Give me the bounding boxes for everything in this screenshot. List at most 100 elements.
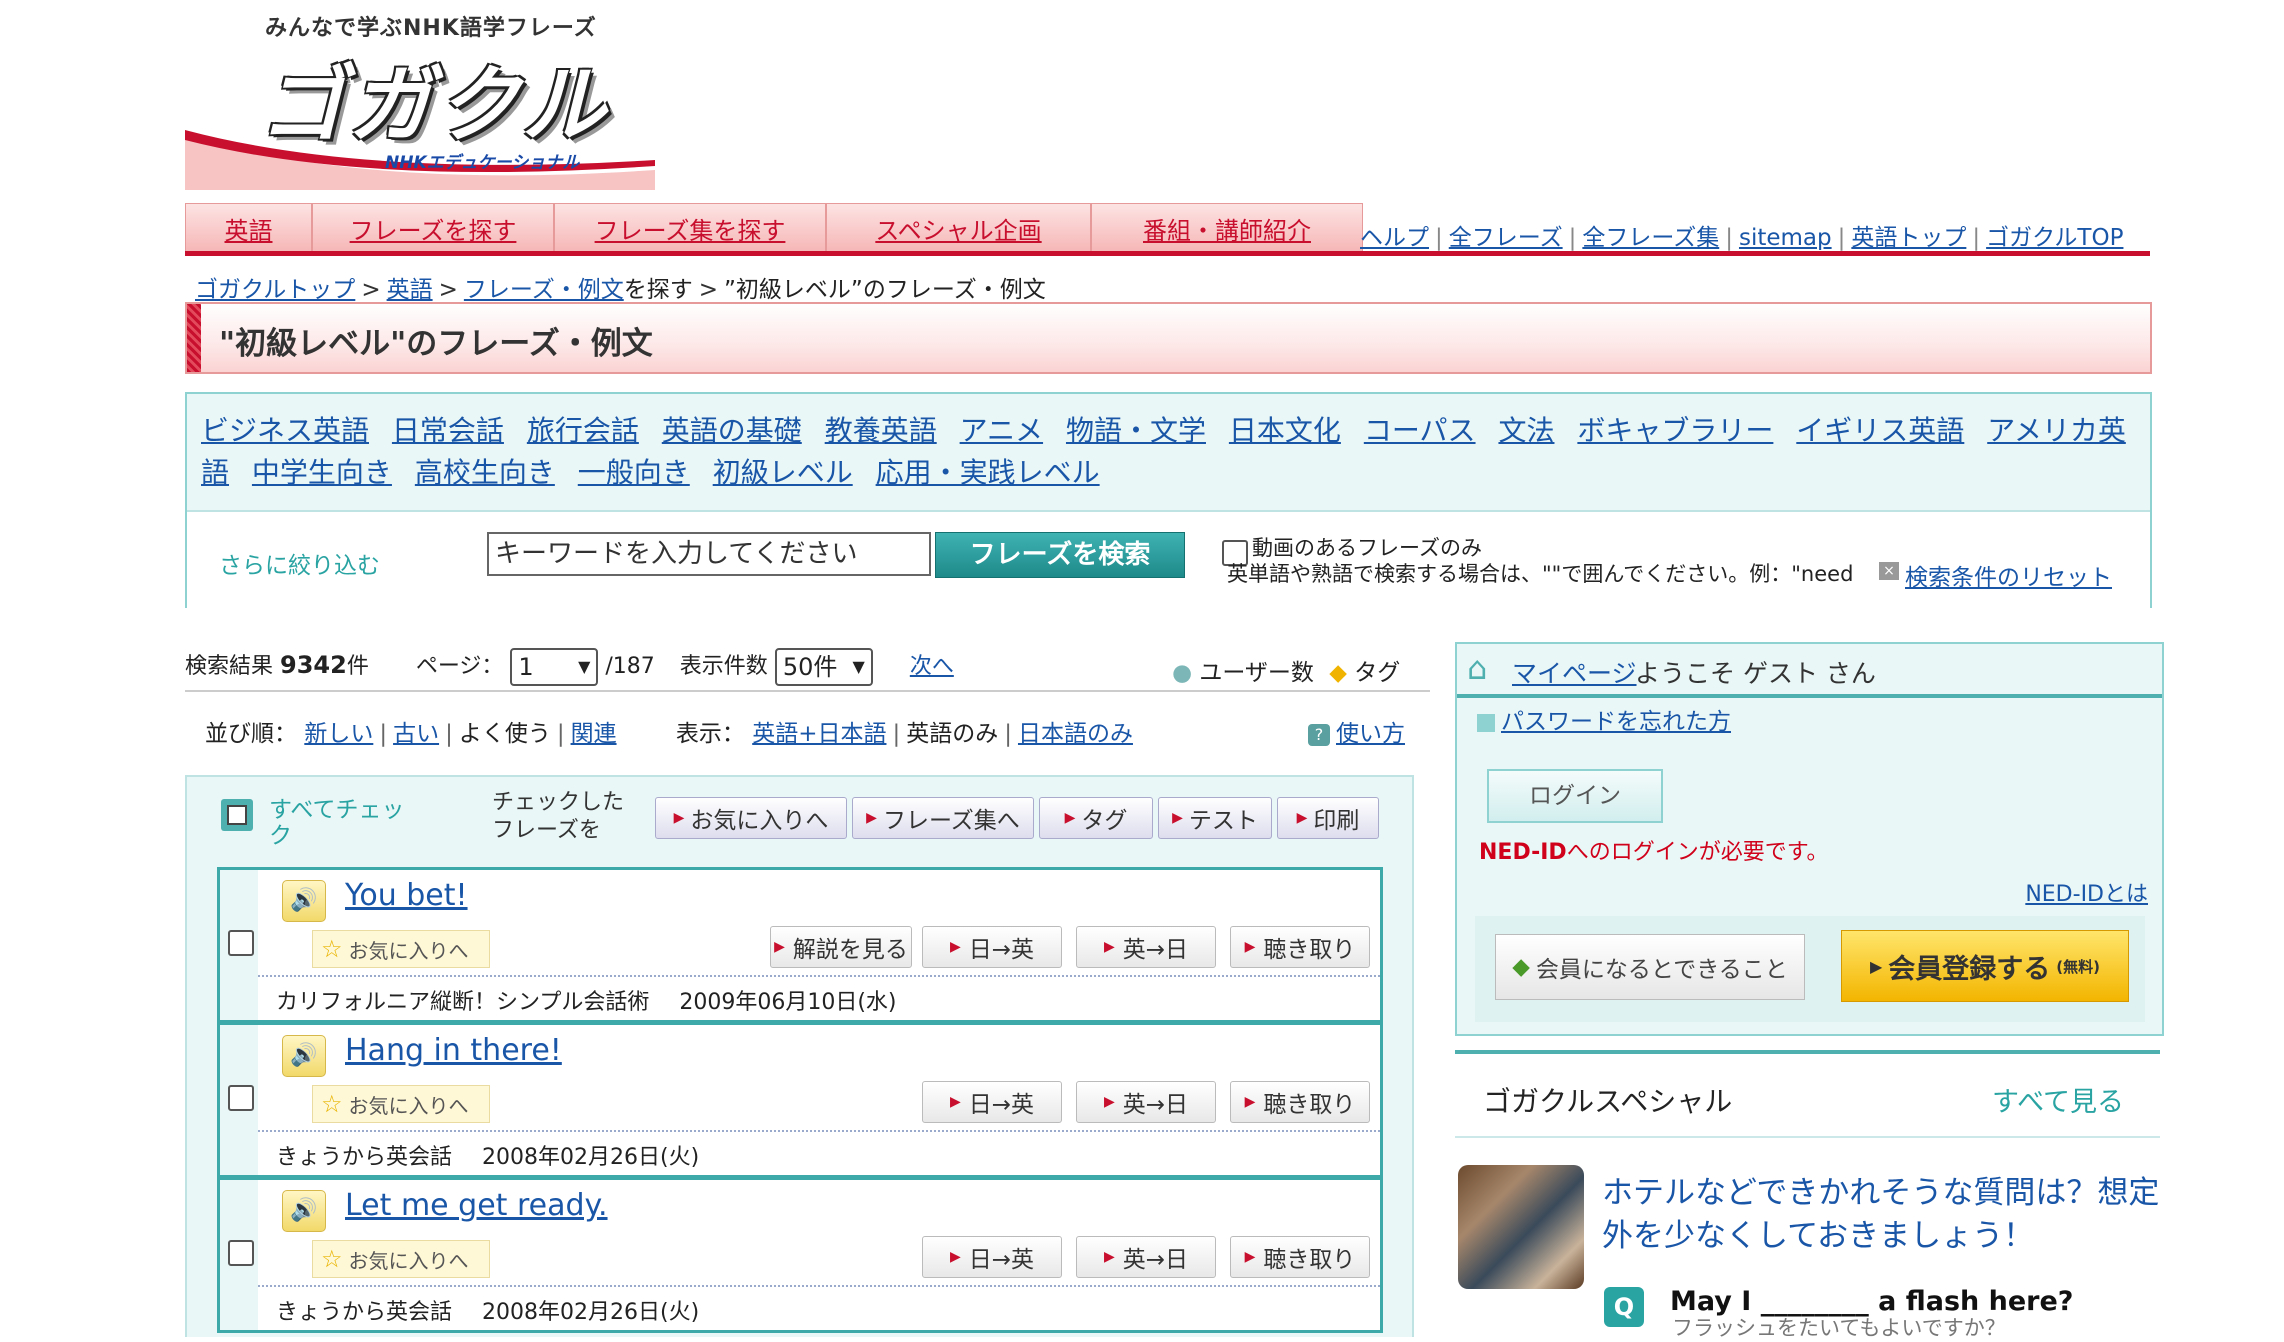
- checked-label: チェックした フレーズを: [492, 790, 625, 843]
- result-meta: カリフォルニア縦断！シンプル会話術 2009年06月10日(水): [276, 984, 897, 1016]
- category-link[interactable]: 旅行会話: [527, 414, 639, 447]
- tab-find-phrasebooks[interactable]: フレーズ集を探す: [554, 203, 826, 252]
- category-link[interactable]: 日常会話: [392, 414, 504, 447]
- bulk-print-button[interactable]: ▶ 印刷: [1277, 797, 1379, 839]
- row-checkbox[interactable]: [228, 1085, 254, 1111]
- phrase-search-button[interactable]: フレーズを検索: [935, 532, 1185, 578]
- bulk-favorite-button[interactable]: ▶ お気に入りへ: [655, 797, 847, 839]
- category-link[interactable]: ビジネス英語: [201, 414, 369, 447]
- refine-label: さらに絞り込む: [219, 553, 380, 579]
- keyword-input[interactable]: [487, 532, 931, 576]
- category-link[interactable]: 文法: [1498, 414, 1554, 447]
- util-all-phrasebooks[interactable]: 全フレーズ集: [1582, 225, 1719, 251]
- util-gogakuru-top[interactable]: ゴガクルTOP: [1986, 225, 2123, 251]
- help-icon: ?: [1308, 723, 1330, 746]
- category-link[interactable]: 一般向き: [578, 456, 690, 489]
- play-icon: ▶: [1172, 810, 1183, 826]
- sort-oldest[interactable]: 古い: [393, 721, 439, 747]
- category-link[interactable]: 英語の基礎: [662, 414, 802, 447]
- login-button[interactable]: ログイン: [1487, 769, 1663, 823]
- category-link[interactable]: 日本文化: [1229, 414, 1341, 447]
- util-help[interactable]: ヘルプ: [1360, 225, 1429, 251]
- search-note: 英単語や熟語で検索する場合は、""で囲んでください。例："need: [1227, 562, 1854, 586]
- sort-related[interactable]: 関連: [571, 721, 617, 747]
- check-all-label[interactable]: すべてチェック: [269, 797, 409, 849]
- favorite-button[interactable]: ☆ お気に入りへ: [312, 930, 490, 968]
- star-icon: ☆: [321, 935, 343, 963]
- phrase-link[interactable]: You bet!: [345, 878, 468, 913]
- listening-quiz-button[interactable]: ▶ 聴き取り: [1230, 926, 1370, 968]
- category-link[interactable]: 教養英語: [825, 414, 937, 447]
- tab-programs[interactable]: 番組・講師紹介: [1091, 203, 1363, 252]
- commentary-button[interactable]: ▶ 解説を見る: [770, 926, 912, 968]
- category-link[interactable]: アニメ: [960, 414, 1043, 447]
- register-button[interactable]: ▶ 会員登録する (無料): [1841, 930, 2129, 1002]
- howto-link[interactable]: 使い方: [1336, 721, 1405, 747]
- play-icon: ▶: [866, 810, 877, 826]
- category-link[interactable]: ボキャブラリー: [1577, 414, 1773, 447]
- row-checkbox[interactable]: [228, 930, 254, 956]
- util-all-phrases[interactable]: 全フレーズ: [1449, 225, 1563, 251]
- phrase-link[interactable]: Hang in there!: [345, 1033, 562, 1068]
- next-page-link[interactable]: 次へ: [910, 654, 954, 679]
- category-link[interactable]: コーパス: [1364, 414, 1476, 447]
- per-page-select[interactable]: 50件 ▼: [774, 648, 873, 686]
- listening-quiz-button[interactable]: ▶ 聴き取り: [1230, 1081, 1370, 1123]
- member-benefits-button[interactable]: ◆ 会員になるとできること: [1495, 934, 1805, 1000]
- bulk-test-button[interactable]: ▶ テスト: [1158, 797, 1272, 839]
- util-sitemap[interactable]: sitemap: [1739, 225, 1832, 251]
- user-tag-legend: ● ユーザー数 ◆ タグ: [1172, 653, 1400, 687]
- howto[interactable]: ? 使い方: [1308, 714, 1405, 748]
- en-ja-quiz-button[interactable]: ▶ 英→日: [1076, 926, 1216, 968]
- favorite-button[interactable]: ☆ お気に入りへ: [312, 1085, 490, 1123]
- display-en-ja[interactable]: 英語+日本語: [752, 721, 886, 747]
- category-link[interactable]: 物語・文学: [1066, 414, 1206, 447]
- forgot-password[interactable]: パスワードを忘れた方: [1477, 702, 1731, 736]
- tab-english[interactable]: 英語: [185, 203, 312, 252]
- special-question-link[interactable]: ホテルなどできかれそうな質問は？想定外を少なくしておきましょう！: [1602, 1172, 2162, 1258]
- tab-special[interactable]: スペシャル企画: [826, 203, 1091, 252]
- nedid-about-link[interactable]: NED-IDとは: [2025, 876, 2148, 908]
- speaker-icon[interactable]: 🔊: [282, 1035, 326, 1077]
- title-stripe: [187, 304, 201, 372]
- favorite-button[interactable]: ☆ お気に入りへ: [312, 1240, 490, 1278]
- close-icon: ×: [1879, 562, 1899, 580]
- broadcast-date: 2009年06月10日(水): [679, 990, 897, 1015]
- category-link[interactable]: 高校生向き: [415, 456, 555, 489]
- program-name: きょうから英会話: [276, 1145, 453, 1170]
- speaker-icon[interactable]: 🔊: [282, 880, 326, 922]
- row-checkbox[interactable]: [228, 1240, 254, 1266]
- category-link[interactable]: 初級レベル: [713, 456, 853, 489]
- ja-en-quiz-button[interactable]: ▶ 日→英: [922, 1236, 1062, 1278]
- util-english-top[interactable]: 英語トップ: [1851, 225, 1966, 251]
- category-link[interactable]: 中学生向き: [252, 456, 392, 489]
- site-logo[interactable]: みんなで学ぶNHK語学フレーズ ゴガクル NHKエデュケーショナル: [185, 0, 655, 195]
- en-ja-quiz-button[interactable]: ▶ 英→日: [1076, 1081, 1216, 1123]
- listening-quiz-button[interactable]: ▶ 聴き取り: [1230, 1236, 1370, 1278]
- welcome-text: ようこそ ゲスト さん: [1635, 659, 1876, 688]
- page-select[interactable]: 1 ▼: [510, 648, 599, 686]
- reset-search-link[interactable]: 検索条件のリセット: [1905, 558, 2112, 592]
- category-link[interactable]: 応用・実践レベル: [876, 456, 1100, 489]
- ja-en-quiz-button[interactable]: ▶ 日→英: [922, 1081, 1062, 1123]
- special-see-all-link[interactable]: すべて見る: [1992, 1080, 2124, 1119]
- breadcrumb-home[interactable]: ゴガクルトップ: [195, 277, 355, 303]
- en-ja-quiz-button[interactable]: ▶ 英→日: [1076, 1236, 1216, 1278]
- breadcrumb-phrases[interactable]: フレーズ・例文: [464, 277, 624, 303]
- ja-en-quiz-button[interactable]: ▶ 日→英: [922, 926, 1062, 968]
- sort-newest[interactable]: 新しい: [304, 721, 373, 747]
- mypage-link[interactable]: マイページ: [1512, 654, 1637, 690]
- forgot-password-link[interactable]: パスワードを忘れた方: [1501, 709, 1731, 735]
- bulk-tag-button[interactable]: ▶ タグ: [1039, 797, 1153, 839]
- utility-links: ヘルプ | 全フレーズ | 全フレーズ集 | sitemap | 英語トップ | ゴガクルTOP: [1360, 225, 2124, 251]
- special-photo[interactable]: [1458, 1165, 1584, 1289]
- category-link[interactable]: イギリス英語: [1796, 414, 1964, 447]
- bulk-phrasebook-button[interactable]: ▶ フレーズ集へ: [852, 797, 1034, 839]
- check-all-checkbox[interactable]: [221, 799, 253, 831]
- play-icon: ▶: [1296, 810, 1308, 826]
- display-ja-only[interactable]: 日本語のみ: [1018, 721, 1133, 747]
- speaker-icon[interactable]: 🔊: [282, 1190, 326, 1232]
- phrase-link[interactable]: Let me get ready.: [345, 1188, 608, 1223]
- tab-find-phrases[interactable]: フレーズを探す: [312, 203, 554, 252]
- breadcrumb-english[interactable]: 英語: [387, 277, 433, 303]
